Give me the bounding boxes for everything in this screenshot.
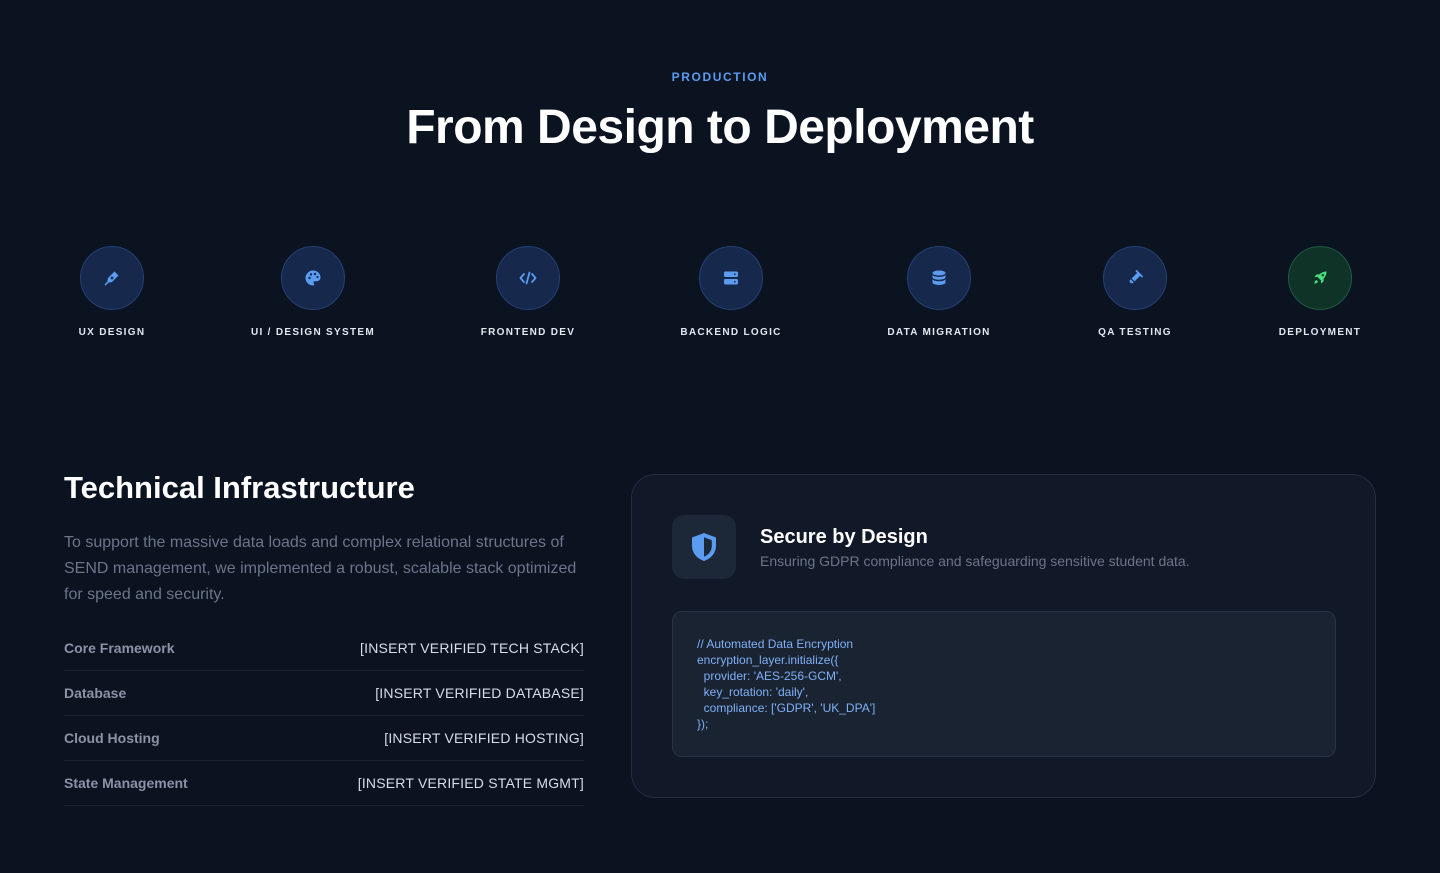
shield-icon [692,533,716,561]
spec-value: [INSERT VERIFIED DATABASE] [375,685,584,701]
step-label: QA TESTING [1098,327,1172,338]
step-label: BACKEND LOGIC [680,327,782,338]
pen-nib-icon [104,271,119,286]
step-label: DATA MIGRATION [887,327,991,338]
step-label: UI / DESIGN SYSTEM [251,327,375,338]
production-section: PRODUCTION From Design to Deployment UX … [0,0,1440,873]
server-icon [724,271,738,285]
step-icon-circle [80,246,144,310]
spec-row-database: Database [INSERT VERIFIED DATABASE] [64,671,584,716]
code-line: compliance: ['GDPR', 'UK_DPA'] [697,701,876,715]
pipeline-step-ui-design-system: UI / DESIGN SYSTEM [213,246,413,338]
spec-key: Cloud Hosting [64,730,160,746]
code-line: key_rotation: 'daily', [697,685,809,699]
step-icon-circle [281,246,345,310]
spec-table: Core Framework [INSERT VERIFIED TECH STA… [64,626,584,806]
section-description: To support the massive data loads and co… [64,534,577,603]
page-title: From Design to Deployment [406,101,1034,154]
section-heading: Technical Infrastructure [64,470,415,505]
pipeline-step-qa-testing: QA TESTING [1035,246,1235,338]
spec-key: Database [64,685,127,701]
card-subtitle: Ensuring GDPR compliance and safeguardin… [760,553,1190,569]
pipeline-step-ux-design: UX DESIGN [12,246,212,338]
database-icon [932,270,946,285]
spec-key: State Management [64,775,188,791]
rocket-icon [1314,271,1327,284]
palette-icon [305,270,321,286]
code-snippet: // Automated Data Encryption encryption_… [672,611,1336,757]
card-title: Secure by Design [760,526,928,548]
step-label: DEPLOYMENT [1278,327,1362,338]
pipeline-step-deployment: DEPLOYMENT [1220,246,1420,338]
step-icon-circle [699,246,763,310]
pipeline-step-frontend-dev: FRONTEND DEV [428,246,628,338]
spec-key: Core Framework [64,640,175,656]
code-line: }); [697,717,709,731]
section-eyebrow: PRODUCTION [671,70,769,84]
security-card: Secure by Design Ensuring GDPR complianc… [631,474,1376,798]
spec-row-state-management: State Management [INSERT VERIFIED STATE … [64,761,584,806]
code-line: encryption_layer.initialize({ [697,653,839,667]
code-icon [519,271,537,285]
step-label: FRONTEND DEV [480,327,576,338]
pipeline-step-data-migration: DATA MIGRATION [839,246,1039,338]
step-icon-circle [1103,246,1167,310]
spec-row-cloud-hosting: Cloud Hosting [INSERT VERIFIED HOSTING] [64,716,584,761]
step-icon-circle [1288,246,1352,310]
code-line: // Automated Data Encryption [697,637,854,651]
step-icon-circle [496,246,560,310]
step-icon-circle [907,246,971,310]
vial-icon [1129,270,1143,284]
pipeline-step-backend-logic: BACKEND LOGIC [631,246,831,338]
step-label: UX DESIGN [78,327,146,338]
spec-value: [INSERT VERIFIED TECH STACK] [360,640,584,656]
spec-value: [INSERT VERIFIED HOSTING] [384,730,584,746]
spec-value: [INSERT VERIFIED STATE MGMT] [357,775,584,791]
spec-row-core-framework: Core Framework [INSERT VERIFIED TECH STA… [64,626,584,671]
shield-icon-box [672,515,736,579]
code-line: provider: 'AES-256-GCM', [697,669,842,683]
